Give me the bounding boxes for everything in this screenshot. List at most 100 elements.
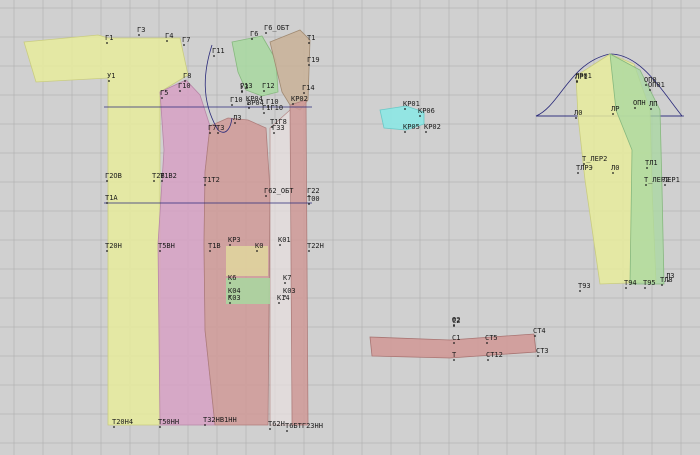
- point-label: ВР04: [247, 99, 264, 107]
- point-marker: [644, 287, 646, 289]
- point-marker: [661, 284, 663, 286]
- point-label: ЛР1: [575, 73, 588, 81]
- point-label: Г4: [165, 32, 173, 40]
- point-label: ЛЕР1: [663, 176, 680, 184]
- point-label: Т94: [624, 279, 637, 287]
- point-label: К6: [228, 274, 236, 282]
- point-marker: [576, 81, 578, 83]
- point-label: Т62Н: [268, 420, 285, 428]
- point-marker: [404, 108, 406, 110]
- point-marker: [159, 426, 161, 428]
- point-label: Т1В2: [160, 172, 177, 180]
- point-label: Т20Н4: [112, 418, 133, 426]
- point-label: Г3: [137, 26, 145, 34]
- point-label: К03: [283, 287, 296, 295]
- pattern-canvas[interactable]: Г3Г4 Г7Г1Г6_ОБТГ6 Т1Г11Г19У1 Г8Г5Г10 Г13 Г12У…: [0, 0, 700, 455]
- point-label: К7: [283, 274, 291, 282]
- point-label: Г1Г10: [262, 104, 283, 112]
- point-marker: [108, 80, 110, 82]
- point-label: ОП01: [648, 81, 665, 89]
- point-marker: [251, 38, 253, 40]
- point-marker: [308, 42, 310, 44]
- point-marker: [308, 64, 310, 66]
- point-label: ОПН: [633, 99, 646, 107]
- point-label: КР02: [424, 123, 441, 131]
- point-label: Т95: [643, 279, 656, 287]
- point-label: Г10: [178, 82, 191, 90]
- point-marker: [486, 342, 488, 344]
- point-label: Т50НН: [158, 418, 179, 426]
- point-label: К0: [255, 242, 263, 250]
- point-marker: [273, 132, 275, 134]
- point-marker: [204, 184, 206, 186]
- point-label: ЛП: [649, 100, 657, 108]
- point-marker: [209, 132, 211, 134]
- point-marker: [183, 44, 185, 46]
- point-label: Г12: [262, 82, 275, 90]
- point-marker: [265, 195, 267, 197]
- point-label: Г7: [182, 36, 190, 44]
- point-marker: [279, 244, 281, 246]
- point-marker: [138, 34, 140, 36]
- point-marker: [664, 184, 666, 186]
- point-label: ТЛ1: [645, 159, 658, 167]
- point-label: КР06: [418, 107, 435, 115]
- point-marker: [425, 131, 427, 133]
- point-label: СТ3: [536, 347, 549, 355]
- point-marker: [217, 132, 219, 134]
- point-marker: [650, 108, 652, 110]
- point-label: ТЛРЭ: [576, 164, 593, 172]
- point-marker: [234, 122, 236, 124]
- point-marker: [649, 89, 651, 91]
- point-label: КР3: [228, 236, 241, 244]
- point-label: СТ5: [485, 334, 498, 342]
- point-marker: [231, 104, 233, 106]
- point-label: Т1В: [208, 242, 221, 250]
- point-marker: [453, 342, 455, 344]
- point-marker: [229, 244, 231, 246]
- point-marker: [161, 180, 163, 182]
- point-label: Г2ОВ: [105, 172, 122, 180]
- point-marker: [575, 117, 577, 119]
- front-strip-piece: [289, 99, 309, 426]
- point-label: Т1: [307, 34, 315, 42]
- point-marker: [284, 282, 286, 284]
- point-label: У1: [107, 72, 115, 80]
- point-label: Г6_ОБТ: [264, 24, 290, 32]
- point-label: Л3: [233, 114, 241, 122]
- point-marker: [263, 90, 265, 92]
- point-label: Т00: [307, 195, 320, 203]
- point-marker: [159, 250, 161, 252]
- point-marker: [106, 202, 108, 204]
- point-marker: [419, 115, 421, 117]
- point-label: Г8: [183, 72, 191, 80]
- point-marker: [229, 282, 231, 284]
- point-label: Г6: [250, 30, 258, 38]
- point-label: К01: [278, 236, 291, 244]
- point-label: Т32НВ1НН: [203, 416, 237, 424]
- point-marker: [645, 84, 647, 86]
- point-marker: [646, 167, 648, 169]
- point-marker: [106, 42, 108, 44]
- point-label: КР05: [403, 123, 420, 131]
- point-marker: [286, 430, 288, 432]
- point-marker: [612, 113, 614, 115]
- point-label: Г62_ОБТ: [264, 187, 294, 195]
- point-marker: [161, 97, 163, 99]
- point-marker: [278, 302, 280, 304]
- point-marker: [106, 250, 108, 252]
- point-label: Т_ЛЕР2: [582, 155, 607, 163]
- point-label: У3: [240, 83, 248, 91]
- pocket-flap-piece: [226, 246, 268, 276]
- point-label: К03: [228, 294, 241, 302]
- point-marker: [453, 359, 455, 361]
- point-marker: [256, 250, 258, 252]
- point-label: СТ12: [486, 351, 503, 359]
- point-marker: [263, 112, 265, 114]
- point-marker: [308, 203, 310, 205]
- point-marker: [534, 335, 536, 337]
- point-marker: [241, 91, 243, 93]
- point-label: Г11: [212, 47, 225, 55]
- point-label: Т20Н: [105, 242, 122, 250]
- front-panel-piece: [269, 109, 293, 426]
